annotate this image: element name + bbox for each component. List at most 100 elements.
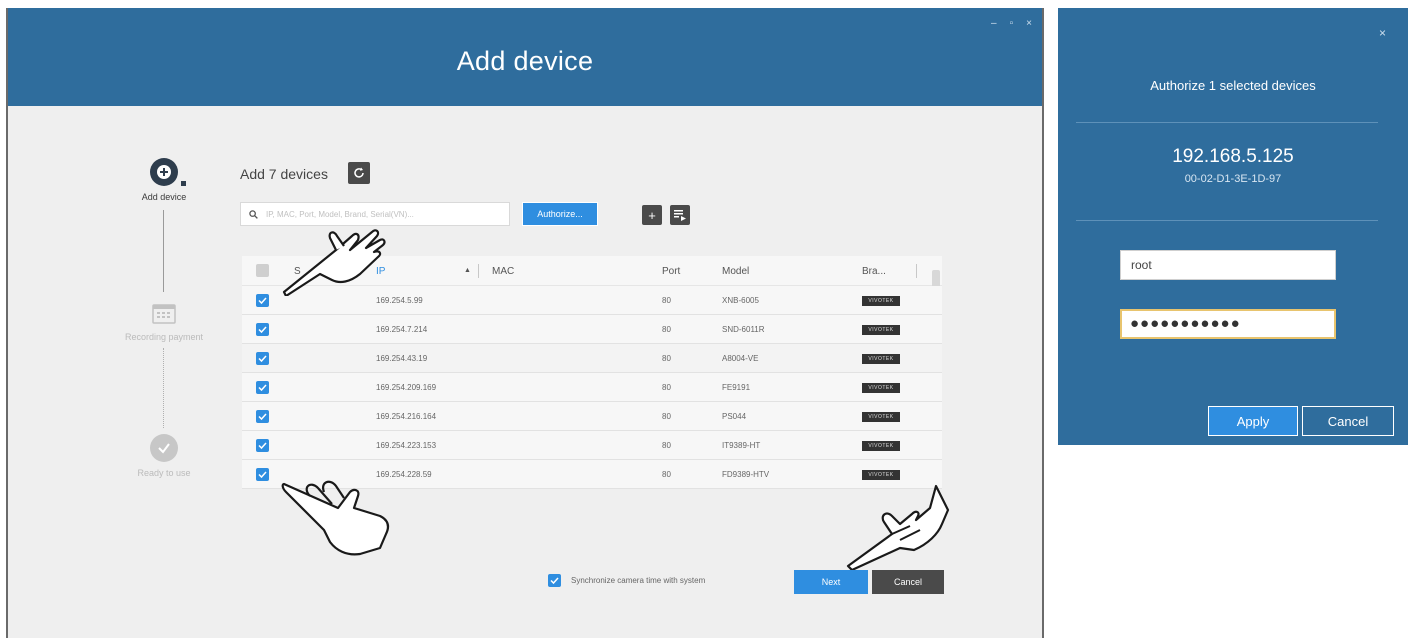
header-ip[interactable]: IP <box>376 266 385 277</box>
step-connector <box>163 210 164 292</box>
table-row[interactable]: 169.254.7.214 80 SND-6011R VIVOTEK <box>242 315 942 344</box>
step-ready-to-use: Ready to use <box>104 434 224 478</box>
row-checkbox[interactable] <box>256 323 269 336</box>
step-label-add-device: Add device <box>141 192 187 202</box>
device-table: S IP ▲ MAC Port Model Bra... 169.254.5.9… <box>242 256 942 489</box>
cell-model: IT9389-HT <box>722 441 761 450</box>
sync-time-label: Synchronize camera time with system <box>571 576 706 585</box>
refresh-icon <box>354 167 364 178</box>
cell-port: 80 <box>662 441 671 450</box>
apply-button[interactable]: Apply <box>1208 406 1298 436</box>
cancel-button[interactable]: Cancel <box>872 570 944 594</box>
search-input[interactable] <box>266 209 506 219</box>
header-security[interactable]: S <box>294 266 301 277</box>
add-device-icon <box>150 158 186 186</box>
table-row[interactable]: 169.254.43.19 80 A8004-VE VIVOTEK <box>242 344 942 373</box>
add-device-window: Add device – ▫ × Add device Recording pa… <box>6 8 1044 638</box>
username-field[interactable] <box>1120 250 1336 280</box>
dialog-cancel-button[interactable]: Cancel <box>1302 406 1394 436</box>
authorize-dialog: × Authorize 1 selected devices 192.168.5… <box>1058 8 1408 445</box>
device-count-label: Add 7 devices <box>240 166 328 182</box>
cell-port: 80 <box>662 412 671 421</box>
cell-model: FD9389-HTV <box>722 470 770 479</box>
step-label-recording-payment: Recording payment <box>124 332 204 342</box>
window-title: Add device <box>456 46 594 76</box>
row-checkbox[interactable] <box>256 294 269 307</box>
cell-ip: 169.254.43.19 <box>376 354 428 363</box>
divider <box>1076 220 1378 221</box>
sync-time-checkbox[interactable] <box>548 574 561 587</box>
step-connector-dotted <box>163 348 164 428</box>
sort-ascending-icon: ▲ <box>464 267 471 274</box>
table-header: S IP ▲ MAC Port Model Bra... <box>242 256 942 294</box>
row-checkbox[interactable] <box>256 410 269 423</box>
device-mac: 00-02-D1-3E-1D-97 <box>1184 173 1282 185</box>
authorize-button[interactable]: Authorize... <box>522 202 598 226</box>
calendar-icon <box>151 300 177 326</box>
cell-port: 80 <box>662 383 671 392</box>
table-row[interactable]: 169.254.216.164 80 PS044 VIVOTEK <box>242 402 942 431</box>
step-add-device: Add device <box>104 158 224 202</box>
table-row[interactable]: 169.254.209.169 80 FE9191 VIVOTEK <box>242 373 942 402</box>
row-checkbox[interactable] <box>256 439 269 452</box>
header-mac[interactable]: MAC <box>492 266 514 277</box>
brand-badge: VIVOTEK <box>862 325 900 335</box>
cell-model: SND-6011R <box>722 325 765 334</box>
header-model[interactable]: Model <box>722 266 749 277</box>
cell-model: PS044 <box>722 412 747 421</box>
next-button[interactable]: Next <box>794 570 868 594</box>
header-port[interactable]: Port <box>662 266 680 277</box>
cell-model: A8004-VE <box>722 354 759 363</box>
cell-port: 80 <box>662 296 671 305</box>
step-recording-payment: Recording payment <box>104 300 224 342</box>
refresh-button[interactable] <box>348 162 370 184</box>
hand-pointer-icon <box>846 484 950 570</box>
row-checkbox[interactable] <box>256 352 269 365</box>
device-ip: 192.168.5.125 <box>1172 146 1294 167</box>
maximize-icon[interactable]: ▫ <box>1010 18 1014 29</box>
column-divider[interactable] <box>916 264 917 278</box>
cell-ip: 169.254.216.164 <box>376 412 437 421</box>
add-device-button[interactable]: + <box>642 205 662 225</box>
row-checkbox[interactable] <box>256 468 269 481</box>
cell-port: 80 <box>662 354 671 363</box>
import-list-button[interactable] <box>670 205 690 225</box>
password-field[interactable] <box>1120 309 1336 339</box>
table-row[interactable]: 169.254.5.99 80 XNB-6005 VIVOTEK <box>242 286 942 315</box>
brand-badge: VIVOTEK <box>862 412 900 422</box>
window-controls: – ▫ × <box>991 18 1032 29</box>
cell-ip: 169.254.7.214 <box>376 325 428 334</box>
cell-port: 80 <box>662 470 671 479</box>
dialog-title: Authorize 1 selected devices <box>1150 78 1316 93</box>
cell-port: 80 <box>662 325 671 334</box>
check-circle-icon <box>150 434 178 462</box>
column-divider[interactable] <box>478 264 479 278</box>
cell-ip: 169.254.5.99 <box>376 296 423 305</box>
window-titlebar: Add device – ▫ × <box>8 8 1042 106</box>
plus-icon: + <box>648 207 656 223</box>
close-icon[interactable]: × <box>1026 18 1032 29</box>
search-icon <box>249 209 258 219</box>
row-checkbox[interactable] <box>256 381 269 394</box>
brand-badge: VIVOTEK <box>862 383 900 393</box>
close-icon[interactable]: × <box>1379 26 1386 40</box>
brand-badge: VIVOTEK <box>862 296 900 306</box>
select-all-checkbox[interactable] <box>256 264 269 277</box>
cell-ip: 169.254.228.59 <box>376 470 432 479</box>
brand-badge: VIVOTEK <box>862 470 900 480</box>
cell-ip: 169.254.209.169 <box>376 383 437 392</box>
minimize-icon[interactable]: – <box>991 18 997 29</box>
step-label-ready-to-use: Ready to use <box>137 468 191 478</box>
table-row[interactable]: 169.254.228.59 80 FD9389-HTV VIVOTEK <box>242 460 942 489</box>
import-list-icon <box>674 209 686 221</box>
brand-badge: VIVOTEK <box>862 354 900 364</box>
search-box[interactable] <box>240 202 510 226</box>
divider <box>1076 122 1378 123</box>
cell-ip: 169.254.223.153 <box>376 441 437 450</box>
cell-model: FE9191 <box>722 383 751 392</box>
header-brand[interactable]: Bra... <box>862 266 886 277</box>
table-row[interactable]: 169.254.223.153 80 IT9389-HT VIVOTEK <box>242 431 942 460</box>
brand-badge: VIVOTEK <box>862 441 900 451</box>
sync-time-option[interactable]: Synchronize camera time with system <box>548 574 705 587</box>
cell-model: XNB-6005 <box>722 296 759 305</box>
